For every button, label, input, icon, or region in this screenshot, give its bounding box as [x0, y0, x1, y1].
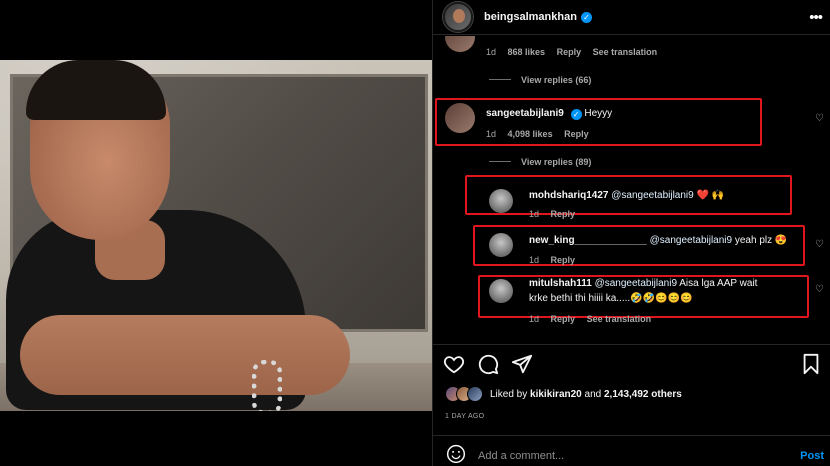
reply-avatar[interactable]	[489, 233, 513, 257]
author-username[interactable]: beingsalmankhan	[484, 11, 577, 23]
likes-summary: Liked by kikikiran20 and 2,143,492 other…	[445, 386, 682, 402]
reply-avatar[interactable]	[489, 279, 513, 303]
reply-button[interactable]: Reply	[551, 209, 576, 219]
reply-meta: 1d Reply	[529, 255, 584, 265]
reply-mention[interactable]: @sangeetabijlani9	[595, 278, 677, 289]
reply-username[interactable]: mohdshariq1427	[529, 190, 608, 201]
more-options-icon[interactable]: •••	[809, 9, 823, 26]
add-comment-bar: Add a comment... Post	[433, 435, 830, 466]
comment-text: Heyyy	[584, 108, 613, 119]
comments-panel: beingsalmankhan ✓ ••• 1d 868 likes Reply…	[432, 0, 830, 466]
add-comment-input[interactable]: Add a comment...	[478, 450, 564, 462]
liked-by-label: Liked by	[490, 388, 531, 400]
see-translation-button[interactable]: See translation	[587, 314, 652, 324]
comments-list: 1d 868 likes Reply See translation View …	[433, 36, 830, 344]
comment-username[interactable]: sangeetabijlani9	[486, 108, 564, 119]
reply-button[interactable]: Reply	[551, 314, 576, 324]
reply-body: mohdshariq1427 @sangeetabijlani9 ❤️ 🙌	[529, 190, 724, 201]
post-actions-bar	[433, 344, 830, 384]
comment-avatar[interactable]	[445, 36, 475, 52]
reply-time: 1d	[529, 314, 540, 324]
reply-meta: 1d Reply	[529, 209, 584, 219]
post-time-ago: 1 DAY AGO	[445, 413, 485, 420]
comment-likes[interactable]: 4,098 likes	[508, 129, 553, 139]
like-comment-heart-icon[interactable]: ♡	[815, 113, 824, 124]
reply-username[interactable]: new_king_____________	[529, 235, 647, 246]
reply-time: 1d	[529, 255, 540, 265]
reply-mention[interactable]: @sangeetabijlani9	[650, 235, 732, 246]
reply-text: yeah plz 😍	[732, 235, 788, 246]
liker-username[interactable]: kikikiran20	[530, 389, 582, 400]
like-reply-heart-icon[interactable]: ♡	[815, 239, 824, 250]
top-comment-meta: 1d 868 likes Reply See translation	[486, 47, 666, 57]
see-translation-button[interactable]: See translation	[593, 47, 658, 57]
view-replies-button[interactable]: View replies (66)	[489, 75, 591, 85]
reply-username[interactable]: mitulshah111	[529, 278, 592, 289]
reply-meta: 1d Reply See translation	[529, 314, 660, 324]
reply-time: 1d	[529, 209, 540, 219]
photo-bracelet	[252, 360, 282, 411]
highlight-box	[435, 98, 762, 146]
post-comment-button[interactable]: Post	[800, 450, 824, 462]
comment-time: 1d	[486, 47, 497, 57]
reply-avatar[interactable]	[489, 189, 513, 213]
like-heart-icon[interactable]	[443, 353, 465, 375]
reply-body: new_king_____________ @sangeetabijlani9 …	[529, 235, 787, 246]
author-avatar[interactable]	[443, 2, 473, 32]
save-bookmark-icon[interactable]	[800, 353, 822, 375]
likes-count[interactable]: 2,143,492 others	[604, 389, 682, 400]
reply-button[interactable]: Reply	[557, 47, 582, 57]
post-photo[interactable]	[0, 60, 432, 411]
reply-text-line-2: krke bethi thi hiiii ka.....🤣🤣😊😊😊	[529, 293, 693, 304]
comment-meta: 1d 4,098 likes Reply	[486, 129, 598, 139]
photo-person-arms	[20, 315, 350, 395]
post-header: beingsalmankhan ✓ •••	[433, 0, 830, 35]
reply-text: ❤️ 🙌	[693, 190, 725, 201]
liker-avatar	[467, 386, 483, 402]
likes-text: Liked by kikikiran20 and 2,143,492 other…	[490, 389, 682, 400]
like-reply-heart-icon[interactable]: ♡	[815, 284, 824, 295]
comment-bubble-icon[interactable]	[477, 353, 499, 375]
comment-avatar[interactable]	[445, 103, 475, 133]
comment-likes[interactable]: 868 likes	[508, 47, 546, 57]
emoji-icon[interactable]	[446, 444, 466, 464]
comment-time: 1d	[486, 129, 497, 139]
reply-button[interactable]: Reply	[564, 129, 589, 139]
verified-badge-icon: ✓	[570, 109, 582, 120]
reply-text: Aisa lga AAP wait	[677, 278, 758, 289]
reply-button[interactable]: Reply	[551, 255, 576, 265]
reply-body: mitulshah111 @sangeetabijlani9 Aisa lga …	[529, 278, 757, 289]
reply-mention[interactable]: @sangeetabijlani9	[611, 190, 693, 201]
share-paper-plane-icon[interactable]	[511, 353, 533, 375]
view-replies-button[interactable]: View replies (89)	[489, 157, 591, 167]
post-photo-pane	[0, 0, 432, 466]
verified-badge-icon: ✓	[580, 11, 592, 23]
likes-and-label: and	[581, 388, 604, 400]
comment-body: sangeetabijlani9 ✓ Heyyy	[486, 108, 612, 120]
